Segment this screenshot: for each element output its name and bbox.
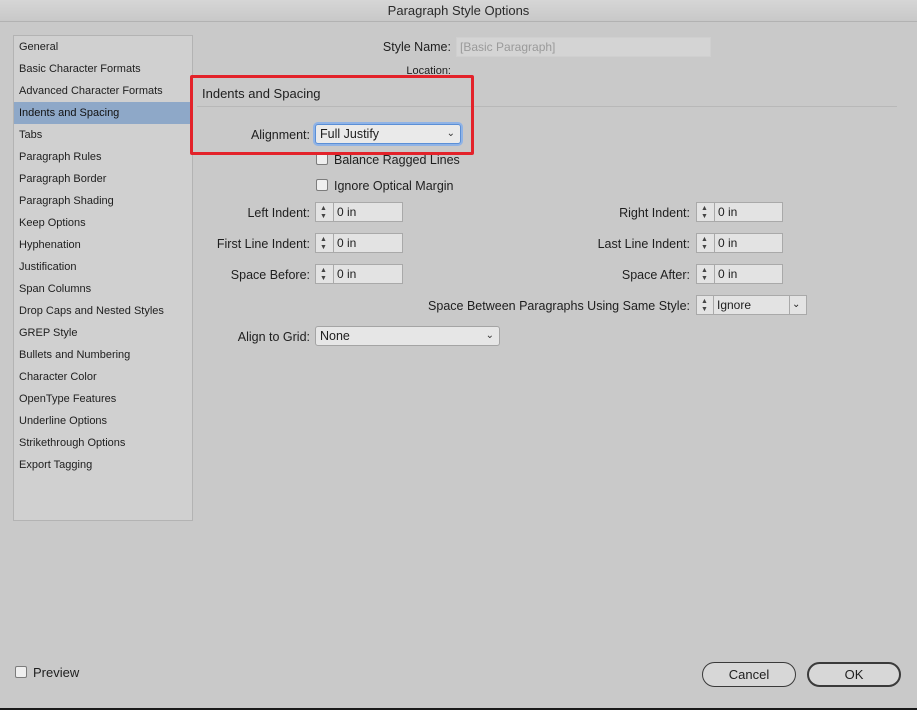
last-line-indent-label: Last Line Indent: xyxy=(597,237,690,251)
sidebar-item-tabs[interactable]: Tabs xyxy=(14,124,192,146)
red-highlight-annotation xyxy=(190,75,474,155)
sidebar-item-drop-caps-and-nested-styles[interactable]: Drop Caps and Nested Styles xyxy=(14,300,192,322)
space-after-stepper[interactable]: ▲ ▼ xyxy=(696,264,714,284)
sidebar-item-grep-style[interactable]: GREP Style xyxy=(14,322,192,344)
sidebar-item-underline-options[interactable]: Underline Options xyxy=(14,410,192,432)
space-after-input[interactable]: 0 in xyxy=(714,264,783,284)
sidebar-item-bullets-and-numbering[interactable]: Bullets and Numbering xyxy=(14,344,192,366)
space-between-dropdown-button[interactable]: ⌄ xyxy=(789,295,807,315)
ok-button[interactable]: OK xyxy=(807,662,901,687)
last-line-indent-input[interactable]: 0 in xyxy=(714,233,783,253)
sidebar-item-general[interactable]: General xyxy=(14,36,192,58)
sidebar-item-paragraph-border[interactable]: Paragraph Border xyxy=(14,168,192,190)
align-to-grid-dropdown[interactable]: None ⌄ xyxy=(315,326,500,346)
ignore-optical-margin-checkbox[interactable] xyxy=(316,179,328,191)
chevron-down-icon: ⌄ xyxy=(485,330,494,341)
right-indent-label: Right Indent: xyxy=(619,206,690,220)
preview-label: Preview xyxy=(33,665,80,680)
sidebar-item-advanced-character-formats[interactable]: Advanced Character Formats xyxy=(14,80,192,102)
category-sidebar: General Basic Character Formats Advanced… xyxy=(13,35,193,521)
left-indent-stepper[interactable]: ▲ ▼ xyxy=(315,202,333,222)
first-line-indent-input[interactable]: 0 in xyxy=(333,233,403,253)
first-line-indent-stepper[interactable]: ▲ ▼ xyxy=(315,233,333,253)
align-to-grid-label: Align to Grid: xyxy=(237,330,310,344)
left-indent-input[interactable]: 0 in xyxy=(333,202,403,222)
left-indent-label: Left Indent: xyxy=(247,206,310,220)
right-indent-stepper[interactable]: ▲ ▼ xyxy=(696,202,714,222)
sidebar-item-hyphenation[interactable]: Hyphenation xyxy=(14,234,192,256)
balance-ragged-lines-label: Balance Ragged Lines xyxy=(334,153,460,167)
space-before-label: Space Before: xyxy=(230,268,310,282)
space-between-stepper[interactable]: ▲ ▼ xyxy=(696,295,714,315)
sidebar-item-paragraph-rules[interactable]: Paragraph Rules xyxy=(14,146,192,168)
space-between-label: Space Between Paragraphs Using Same Styl… xyxy=(428,299,690,313)
cancel-button[interactable]: Cancel xyxy=(702,662,796,687)
sidebar-item-justification[interactable]: Justification xyxy=(14,256,192,278)
first-line-indent-label: First Line Indent: xyxy=(216,237,310,251)
sidebar-item-paragraph-shading[interactable]: Paragraph Shading xyxy=(14,190,192,212)
space-between-input[interactable]: Ignore xyxy=(713,295,790,315)
chevron-down-icon: ⌄ xyxy=(792,299,801,310)
ignore-optical-margin-label: Ignore Optical Margin xyxy=(334,179,454,193)
sidebar-item-indents-and-spacing[interactable]: Indents and Spacing xyxy=(14,102,192,124)
sidebar-item-export-tagging[interactable]: Export Tagging xyxy=(14,454,192,476)
sidebar-item-basic-character-formats[interactable]: Basic Character Formats xyxy=(14,58,192,80)
last-line-indent-stepper[interactable]: ▲ ▼ xyxy=(696,233,714,253)
sidebar-item-opentype-features[interactable]: OpenType Features xyxy=(14,388,192,410)
space-after-label: Space After: xyxy=(621,268,690,282)
sidebar-item-span-columns[interactable]: Span Columns xyxy=(14,278,192,300)
align-to-grid-value: None xyxy=(320,329,350,343)
space-before-input[interactable]: 0 in xyxy=(333,264,403,284)
right-indent-input[interactable]: 0 in xyxy=(714,202,783,222)
sidebar-item-keep-options[interactable]: Keep Options xyxy=(14,212,192,234)
window-title: Paragraph Style Options xyxy=(0,0,917,22)
style-name-field[interactable]: [Basic Paragraph] xyxy=(456,37,711,57)
sidebar-item-character-color[interactable]: Character Color xyxy=(14,366,192,388)
paragraph-style-options-dialog: Paragraph Style Options General Basic Ch… xyxy=(0,0,917,708)
sidebar-item-strikethrough-options[interactable]: Strikethrough Options xyxy=(14,432,192,454)
space-before-stepper[interactable]: ▲ ▼ xyxy=(315,264,333,284)
style-name-label: Style Name: xyxy=(382,40,451,54)
preview-checkbox[interactable] xyxy=(15,666,27,678)
